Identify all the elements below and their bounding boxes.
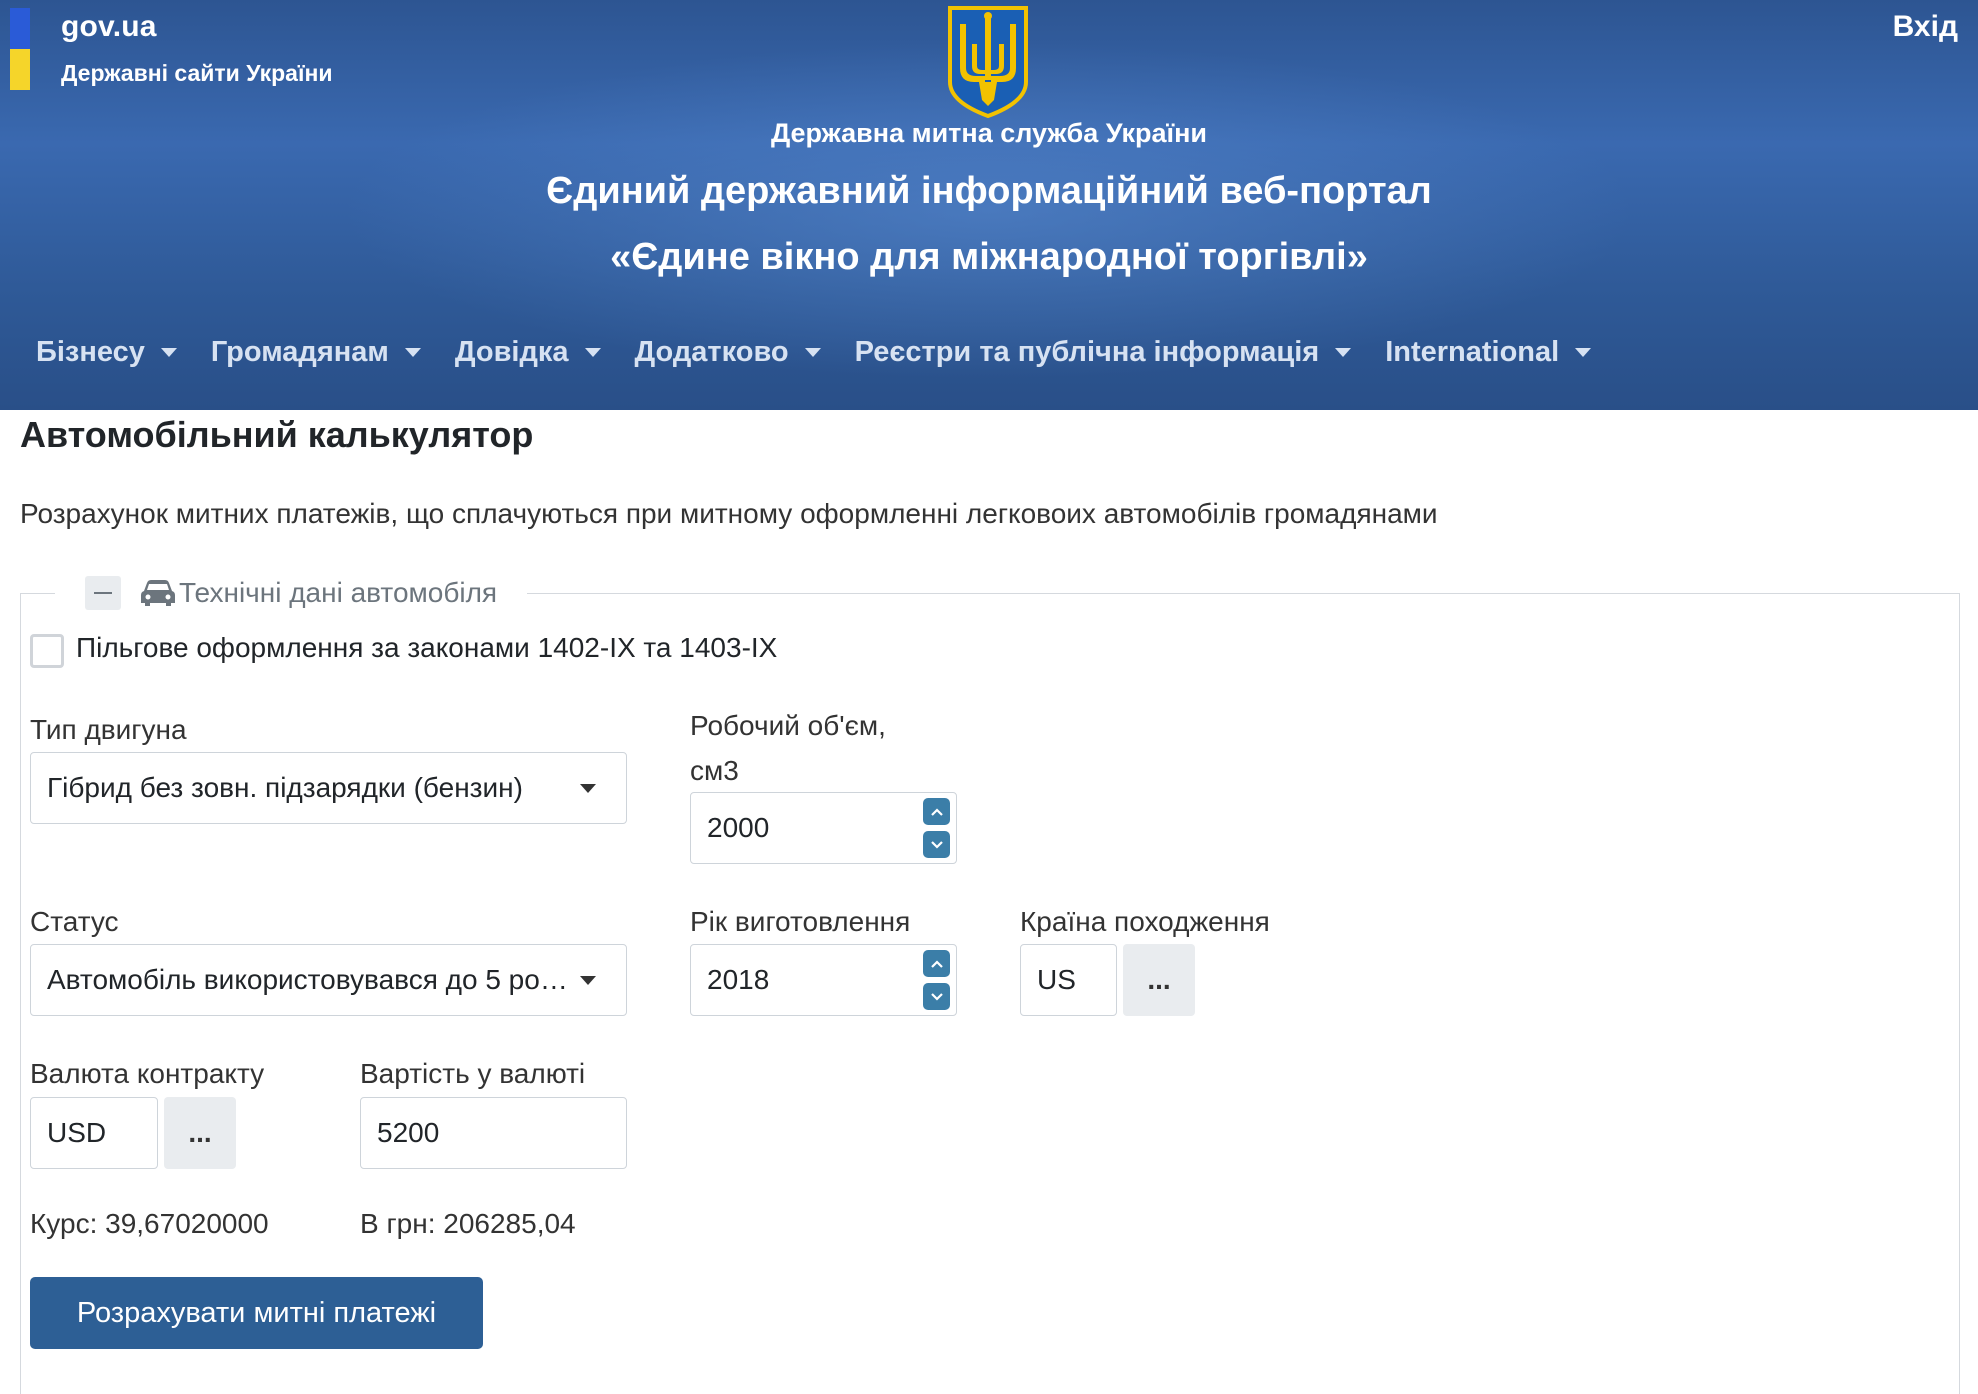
caret-down-icon — [584, 348, 601, 357]
login-link[interactable]: Вхід — [1893, 10, 1958, 44]
caret-down-icon — [1335, 348, 1352, 357]
caret-down-icon — [804, 348, 821, 357]
nav-item-reference[interactable]: Довідка — [455, 336, 601, 369]
chevron-down-icon — [930, 840, 943, 849]
spin-down-button[interactable] — [923, 831, 950, 858]
uah-amount-text: В грн: 206285,04 — [360, 1208, 576, 1239]
engine-type-label: Тип двигуна — [30, 714, 187, 745]
agency-name: Державна митна служба України — [770, 118, 1208, 148]
spin-up-button[interactable] — [923, 950, 950, 977]
volume-label-line2: см3 — [690, 755, 739, 786]
volume-input[interactable]: 2000 — [690, 792, 957, 864]
caret-down-icon — [1575, 348, 1592, 357]
status-value: Автомобіль використовувався до 5 років — [47, 964, 574, 995]
volume-value: 2000 — [707, 812, 770, 843]
country-label: Країна походження — [1020, 906, 1270, 937]
car-icon — [141, 580, 175, 606]
caret-down-icon — [580, 783, 596, 793]
currency-value: USD — [47, 1117, 107, 1148]
benefit-checkbox-label[interactable]: Пільгове оформлення за законами 1402-IX … — [76, 632, 777, 664]
nav-item-additional[interactable]: Додатково — [635, 336, 821, 369]
trident-icon[interactable] — [946, 4, 1030, 118]
nav-item-registers[interactable]: Реєстри та публічна інформація — [855, 336, 1352, 369]
chevron-down-icon — [930, 992, 943, 1001]
engine-type-select[interactable]: Гібрид без зовн. підзарядки (бензин) — [30, 752, 627, 824]
chevron-up-icon — [930, 959, 943, 968]
fieldset-legend-text: Технічні дані автомобіля — [179, 577, 498, 608]
page-title: Автомобільний калькулятор — [20, 414, 534, 455]
caret-down-icon — [580, 975, 596, 985]
main-nav: Бізнесу Громадянам Довідка Додатково Реє… — [36, 336, 1625, 369]
calculate-button[interactable]: Розрахувати митні платежі — [30, 1277, 483, 1349]
year-value: 2018 — [707, 964, 770, 995]
site-header: gov.ua Державні сайти України Вхід Держа… — [0, 0, 1978, 410]
gov-ua-link[interactable]: gov.ua — [61, 10, 157, 44]
nav-item-label: Бізнесу — [36, 336, 145, 368]
chevron-up-icon — [930, 807, 943, 816]
cost-input[interactable]: 5200 — [360, 1097, 627, 1169]
nav-item-label: Реєстри та публічна інформація — [854, 336, 1320, 368]
currency-label: Валюта контракту — [30, 1058, 265, 1089]
collapse-button[interactable] — [85, 576, 121, 610]
year-spinner — [923, 950, 951, 1010]
benefit-checkbox[interactable] — [30, 634, 64, 668]
currency-input[interactable]: USD — [30, 1097, 158, 1169]
nav-item-label: Громадянам — [210, 336, 389, 368]
portal-title-line2: «Єдине вікно для міжнародної торгівлі» — [610, 236, 1368, 278]
status-select[interactable]: Автомобіль використовувався до 5 років — [30, 944, 627, 1016]
nav-item-citizens[interactable]: Громадянам — [211, 336, 421, 369]
nav-item-label: Додатково — [634, 336, 789, 368]
country-value: US — [1037, 964, 1076, 995]
country-picker-button[interactable]: ... — [1123, 944, 1195, 1016]
cost-label: Вартість у валюті — [360, 1058, 586, 1089]
page-description: Розрахунок митних платежів, що сплачують… — [20, 498, 1438, 529]
currency-picker-button[interactable]: ... — [164, 1097, 236, 1169]
nav-item-business[interactable]: Бізнесу — [36, 336, 177, 369]
nav-item-label: Довідка — [454, 336, 569, 368]
nav-item-label: International — [1385, 336, 1560, 368]
portal-title-line1: Єдиний державний інформаційний веб-порта… — [546, 170, 1432, 212]
caret-down-icon — [404, 348, 421, 357]
fieldset-legend: Технічні дані автомобіля — [55, 568, 528, 618]
ukraine-flag-icon — [10, 8, 30, 90]
nav-item-international[interactable]: International — [1385, 336, 1592, 369]
cost-value: 5200 — [377, 1117, 440, 1148]
year-label: Рік виготовлення — [690, 906, 911, 937]
exchange-rate-text: Курс: 39,67020000 — [30, 1208, 269, 1239]
status-label: Статус — [30, 906, 119, 937]
volume-label-line1: Робочий об'єм, — [690, 710, 886, 741]
year-input[interactable]: 2018 — [690, 944, 957, 1016]
spin-down-button[interactable] — [923, 983, 950, 1010]
gov-sites-link[interactable]: Державні сайти України — [61, 60, 332, 87]
caret-down-icon — [160, 348, 177, 357]
spin-up-button[interactable] — [923, 798, 950, 825]
engine-type-value: Гібрид без зовн. підзарядки (бензин) — [47, 772, 523, 803]
country-input[interactable]: US — [1020, 944, 1117, 1016]
minus-icon — [94, 592, 112, 594]
volume-spinner — [923, 798, 951, 858]
